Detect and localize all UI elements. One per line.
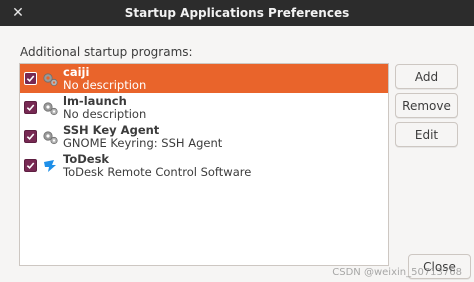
title-bar: ✕ Startup Applications Preferences (0, 0, 474, 26)
gear-icon (41, 70, 59, 88)
remove-button[interactable]: Remove (395, 93, 458, 118)
edit-button[interactable]: Edit (395, 122, 458, 147)
program-name: SSH Key Agent (63, 122, 160, 137)
todesk-icon (41, 157, 59, 175)
program-name: ToDesk (63, 151, 110, 166)
enabled-checkbox[interactable] (24, 130, 37, 143)
program-description: No description (63, 77, 147, 92)
list-item[interactable]: SSH Key Agent GNOME Keyring: SSH Agent (20, 122, 388, 151)
window-title: Startup Applications Preferences (124, 6, 350, 20)
program-description: ToDesk Remote Control Software (63, 164, 252, 179)
enabled-checkbox[interactable] (24, 159, 37, 172)
program-description: GNOME Keyring: SSH Agent (63, 135, 223, 150)
list-item[interactable]: lm-launch No description (20, 93, 388, 122)
list-item[interactable]: caiji No description (20, 64, 388, 93)
section-label: Additional startup programs: (20, 45, 193, 59)
program-description: No description (63, 106, 147, 121)
watermark: CSDN @weixin_50713768 (332, 267, 462, 278)
enabled-checkbox[interactable] (24, 72, 37, 85)
add-button[interactable]: Add (395, 64, 458, 89)
list-item[interactable]: ToDesk ToDesk Remote Control Software (20, 151, 388, 180)
close-window-icon[interactable]: ✕ (8, 3, 28, 23)
startup-programs-list[interactable]: caiji No description lm-launch No descri… (19, 63, 389, 266)
dialog-body: Additional startup programs: caiji No de… (0, 26, 474, 282)
gear-icon (41, 128, 59, 146)
program-name: caiji (63, 64, 90, 79)
enabled-checkbox[interactable] (24, 101, 37, 114)
gear-icon (41, 99, 59, 117)
program-name: lm-launch (63, 93, 127, 108)
